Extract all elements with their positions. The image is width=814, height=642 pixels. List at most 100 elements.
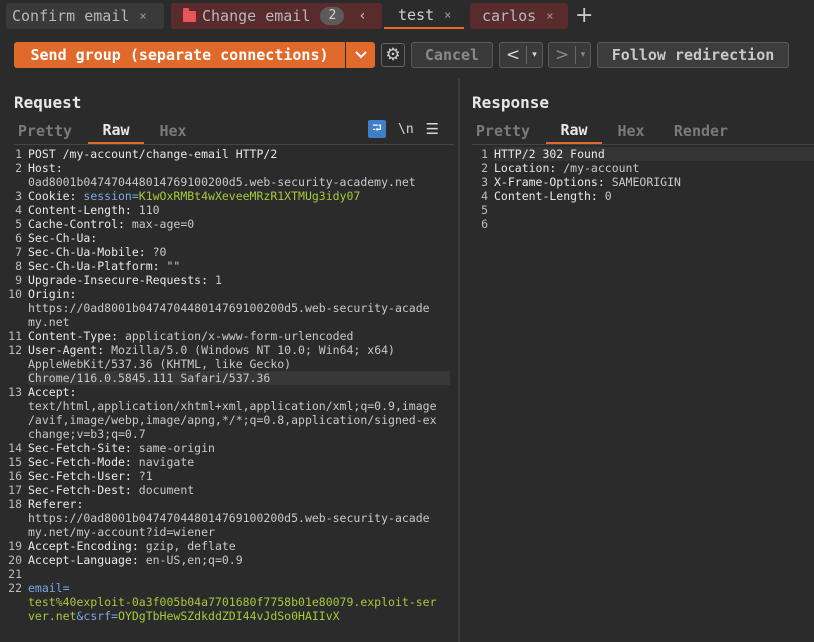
param-value: test%40exploit-0a3f005b04a7701680f7758b0… <box>28 595 437 609</box>
line-number: 12 <box>8 343 22 357</box>
code-text: User-Agent: Mozilla/5.0 (Windows NT 10.0… <box>28 343 450 357</box>
code-text: Sec-Fetch-Dest: document <box>28 483 450 497</box>
header-name: Cache-Control: <box>28 217 125 231</box>
chevron-left-icon[interactable]: ‹ <box>358 8 366 24</box>
code-text: https://0ad8001b047470448014769100200d5.… <box>28 301 450 315</box>
subtab-render[interactable]: Render <box>668 118 734 144</box>
tab-confirm-email[interactable]: Confirm email × <box>6 3 164 29</box>
history-forward-button[interactable]: > ▾ <box>548 42 591 68</box>
param-name: &csrf= <box>76 609 119 623</box>
history-back-button[interactable]: < ▾ <box>499 42 543 68</box>
code-line: 9 Upgrade-Insecure-Requests: 1 <box>0 273 450 287</box>
line-number: 21 <box>8 567 22 581</box>
header-name: Content-Length: <box>28 203 132 217</box>
tab-label: carlos <box>482 7 537 25</box>
header-name: Sec-Fetch-Mode: <box>28 455 132 469</box>
code-text: Referer: <box>28 497 450 511</box>
code-line: 22 email= <box>0 581 450 595</box>
add-tab-icon[interactable]: + <box>575 3 593 28</box>
line-number: 4 <box>15 203 22 217</box>
header-name: User-Agent: <box>28 343 105 357</box>
subtab-pretty[interactable]: Pretty <box>14 118 76 144</box>
code-text: 0ad8001b047470448014769100200d5.web-secu… <box>28 175 450 189</box>
line-number: 5 <box>481 203 488 217</box>
close-icon[interactable]: × <box>139 9 146 23</box>
toolbar: Send group (separate connections) ⚙ Canc… <box>0 38 814 74</box>
line-number: 3 <box>15 189 22 203</box>
header-name: Accept-Language: <box>28 553 139 567</box>
code-text: Chrome/116.0.5845.111 Safari/537.36 <box>28 371 450 385</box>
pane-divider[interactable] <box>458 78 460 642</box>
subtab-raw[interactable]: Raw <box>546 118 602 144</box>
param-value: ver.net <box>28 609 77 623</box>
line-number: 7 <box>15 245 22 259</box>
code-line: my.net <box>0 315 450 329</box>
code-text: Sec-Fetch-Mode: navigate <box>28 455 450 469</box>
header-name: Referer: <box>28 497 84 511</box>
header-value: navigate <box>131 455 195 469</box>
code-line: 5 <box>466 203 814 217</box>
code-text: Sec-Ch-Ua-Platform: "" <box>28 259 450 273</box>
gear-icon[interactable]: ⚙ <box>381 43 405 67</box>
chevron-left-icon: < <box>505 45 521 65</box>
tab-test[interactable]: test × <box>384 3 464 29</box>
code-text: ver.net&csrf=OYDgTbHewSZdkddZDI44vJdSo0H… <box>28 609 450 623</box>
line-number: 2 <box>15 161 22 175</box>
follow-redirection-button[interactable]: Follow redirection <box>597 42 789 68</box>
line-number <box>0 301 28 315</box>
line-number <box>0 609 28 623</box>
code-line: 17 Sec-Fetch-Dest: document <box>0 483 450 497</box>
param-name: email= <box>28 581 70 595</box>
code-text: test%40exploit-0a3f005b04a7701680f7758b0… <box>28 595 450 609</box>
line-number <box>0 525 28 539</box>
header-value: 1 <box>208 273 222 287</box>
subtab-hex[interactable]: Hex <box>150 118 196 144</box>
close-icon[interactable]: × <box>546 9 553 23</box>
code-line: change;v=b3;q=0.7 <box>0 427 450 441</box>
header-value: 0ad8001b047470448014769100200d5.web-secu… <box>28 175 416 189</box>
code-line: 7 Sec-Ch-Ua-Mobile: ?0 <box>0 245 450 259</box>
menu-icon[interactable]: ☰ <box>426 120 439 138</box>
line-number: 10 <box>8 287 22 301</box>
subtab-hex[interactable]: Hex <box>608 118 654 144</box>
header-value: text/html,application/xhtml+xml,applicat… <box>28 399 437 413</box>
code-line: 15 Sec-Fetch-Mode: navigate <box>0 455 450 469</box>
subtab-raw[interactable]: Raw <box>88 118 144 144</box>
close-icon[interactable]: × <box>444 8 451 22</box>
header-value: SAMEORIGIN <box>604 175 681 189</box>
tab-group-change-email[interactable]: Change email 2 ‹ <box>171 3 382 29</box>
dropdown-arrow-icon[interactable]: ▾ <box>527 50 542 60</box>
response-editor[interactable]: 1 HTTP/2 302 Found 2 Location: /my-account 3… <box>466 147 814 231</box>
cancel-button[interactable]: Cancel <box>411 42 493 68</box>
dropdown-arrow-icon[interactable]: ▾ <box>576 50 590 60</box>
header-value: 110 <box>131 203 160 217</box>
code-text: Accept-Encoding: gzip, deflate <box>28 539 450 553</box>
header-value: https://0ad8001b047470448014769100200d5.… <box>28 301 430 315</box>
line-number <box>0 511 28 525</box>
code-line: 14 Sec-Fetch-Site: same-origin <box>0 441 450 455</box>
header-name: Upgrade-Insecure-Requests: <box>28 273 209 287</box>
subtab-pretty[interactable]: Pretty <box>472 118 534 144</box>
code-line: https://0ad8001b047470448014769100200d5.… <box>0 511 450 525</box>
send-options-dropdown[interactable] <box>346 42 375 68</box>
send-group-button[interactable]: Send group (separate connections) <box>14 42 345 68</box>
code-text: Origin: <box>28 287 450 301</box>
line-number: 11 <box>8 329 22 343</box>
code-line: AppleWebKit/537.36 (KHTML, like Gecko) <box>0 357 450 371</box>
line-number <box>0 427 28 441</box>
chevron-right-icon: > <box>554 45 570 65</box>
line-number: 6 <box>15 231 22 245</box>
request-editor[interactable]: 1 POST /my-account/change-email HTTP/2 2 Ho… <box>0 147 450 623</box>
header-value: Chrome/116.0.5845.111 Safari/537.36 <box>28 371 271 385</box>
header-name: Sec-Fetch-Site: <box>28 441 132 455</box>
code-line: Chrome/116.0.5845.111 Safari/537.36 <box>0 371 450 385</box>
header-name: Sec-Fetch-User: <box>28 469 132 483</box>
code-line: 2 Location: /my-account <box>466 161 814 175</box>
line-number: 5 <box>15 217 22 231</box>
newline-icon[interactable]: \n <box>398 122 414 137</box>
line-number: 22 <box>8 581 22 595</box>
param-value: OYDgTbHewSZdkddZDI44vJdSo0HAIIvX <box>118 609 340 623</box>
wrap-lines-icon[interactable]: ⮒ <box>368 120 386 138</box>
tab-carlos[interactable]: carlos × <box>470 3 568 29</box>
